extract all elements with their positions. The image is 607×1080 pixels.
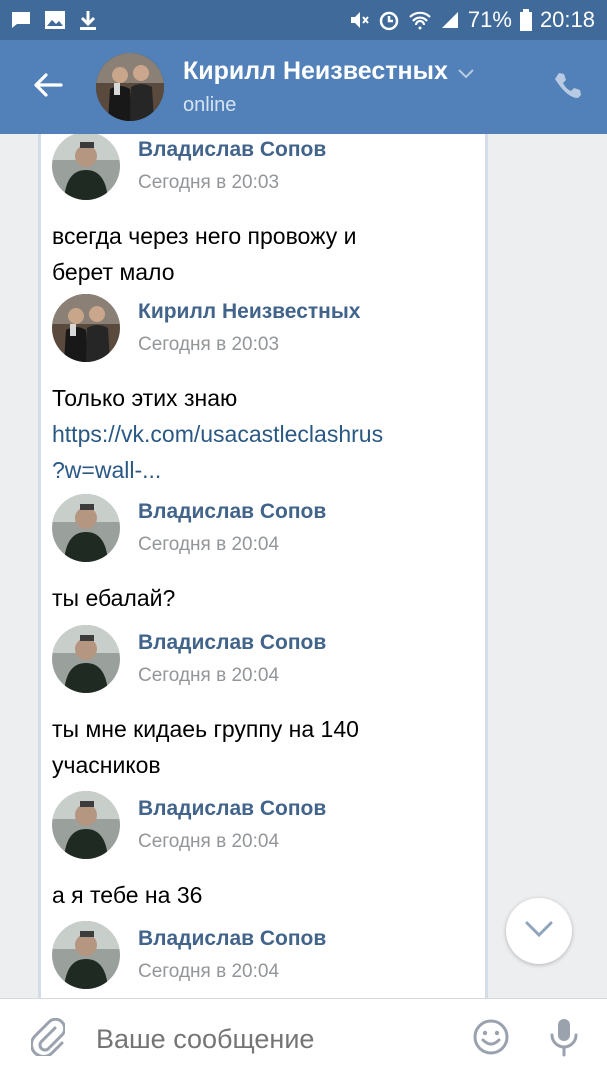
mute-icon — [348, 9, 370, 31]
link-line[interactable]: https://vk.com/usacastleclashrus — [52, 416, 472, 452]
battery-icon — [519, 9, 532, 31]
message-line: учасников — [52, 752, 161, 778]
timestamp: Сегодня в 20:04 — [138, 534, 280, 555]
battery-percent: 71% — [467, 7, 512, 32]
message-line: ты ебалай? — [52, 585, 176, 611]
message-list[interactable]: Владислав Сопов Сегодня в 20:03 всегда ч… — [0, 134, 607, 998]
back-button[interactable] — [0, 40, 96, 134]
message: Владислав Сопов Сегодня в 20:04 ты мне к… — [52, 625, 472, 783]
message-line: ты мне кидаеь группу на 140 — [52, 716, 359, 742]
message: Владислав Сопов Сегодня в 20:04 ты ебала… — [52, 494, 472, 616]
message-line: всегда через него провожу и — [52, 223, 357, 249]
message: Кирилл Неизвестных Сегодня в 20:03 Тольк… — [52, 294, 472, 488]
chevron-down-icon — [525, 921, 553, 942]
link-line[interactable]: ?w=wall-... — [52, 452, 472, 488]
online-status: online — [183, 94, 237, 116]
author-name[interactable]: Владислав Сопов — [138, 927, 326, 951]
author-name[interactable]: Владислав Сопов — [138, 631, 326, 655]
message-text: всегда через него провожу и берет мало — [52, 218, 472, 290]
author-name[interactable]: Владислав Сопов — [138, 797, 326, 821]
author-name[interactable]: Владислав Сопов — [138, 500, 326, 524]
message: Владислав Сопов Сегодня в 20:04 — [52, 921, 472, 989]
chevron-down-icon[interactable] — [458, 57, 474, 86]
paperclip-icon — [30, 1017, 67, 1061]
message-link[interactable]: https://vk.com/usacastleclashrus ?w=wall… — [52, 416, 472, 488]
avatar[interactable] — [52, 494, 120, 562]
message-line: а я тебе на 36 — [52, 882, 203, 908]
chat-title: Кирилл Неизвестных — [183, 57, 448, 85]
avatar[interactable] — [52, 134, 120, 200]
avatar[interactable] — [52, 294, 120, 362]
microphone-icon — [549, 1017, 579, 1062]
message-composer — [0, 998, 607, 1080]
message-icon — [10, 10, 32, 30]
download-icon — [78, 9, 98, 31]
phone-icon — [553, 71, 581, 104]
message-text: Только этих знаю https://vk.com/usacastl… — [52, 380, 472, 488]
alarm-icon — [378, 9, 400, 31]
timestamp: Сегодня в 20:04 — [138, 831, 280, 852]
timestamp: Сегодня в 20:03 — [138, 172, 280, 193]
wifi-icon — [408, 10, 432, 30]
timestamp: Сегодня в 20:04 — [138, 961, 280, 982]
chat-header: Кирилл Неизвестных online — [0, 40, 607, 134]
avatar[interactable] — [52, 921, 120, 989]
message: Владислав Сопов Сегодня в 20:04 а я тебе… — [52, 791, 472, 913]
message-line: Только этих знаю — [52, 385, 238, 411]
message-text: ты ебалай? — [52, 580, 472, 616]
message-line: берет мало — [52, 259, 175, 285]
avatar[interactable] — [52, 791, 120, 859]
timestamp: Сегодня в 20:04 — [138, 665, 280, 686]
message-text: а я тебе на 36 — [52, 877, 472, 913]
clock: 20:18 — [539, 7, 595, 32]
chat-title-block[interactable]: Кирилл Неизвестных online — [183, 57, 527, 117]
author-name[interactable]: Кирилл Неизвестных — [138, 300, 360, 324]
back-arrow-icon — [33, 72, 63, 103]
smile-icon — [472, 1018, 510, 1061]
image-icon — [44, 10, 66, 30]
avatar[interactable] — [52, 625, 120, 693]
message-text: ты мне кидаеь группу на 140 учасников — [52, 711, 472, 783]
attach-button[interactable] — [0, 1017, 96, 1061]
timestamp: Сегодня в 20:03 — [138, 334, 280, 355]
author-name[interactable]: Владислав Сопов — [138, 138, 326, 162]
message: Владислав Сопов Сегодня в 20:03 всегда ч… — [52, 134, 472, 290]
scroll-down-button[interactable] — [506, 898, 572, 964]
emoji-button[interactable] — [461, 1018, 521, 1061]
avatar[interactable] — [96, 53, 164, 121]
call-button[interactable] — [527, 71, 607, 104]
status-bar: 71% 20:18 — [0, 0, 607, 40]
voice-message-button[interactable] — [521, 1017, 607, 1062]
message-input[interactable] — [96, 1024, 461, 1055]
signal-icon — [440, 10, 460, 30]
